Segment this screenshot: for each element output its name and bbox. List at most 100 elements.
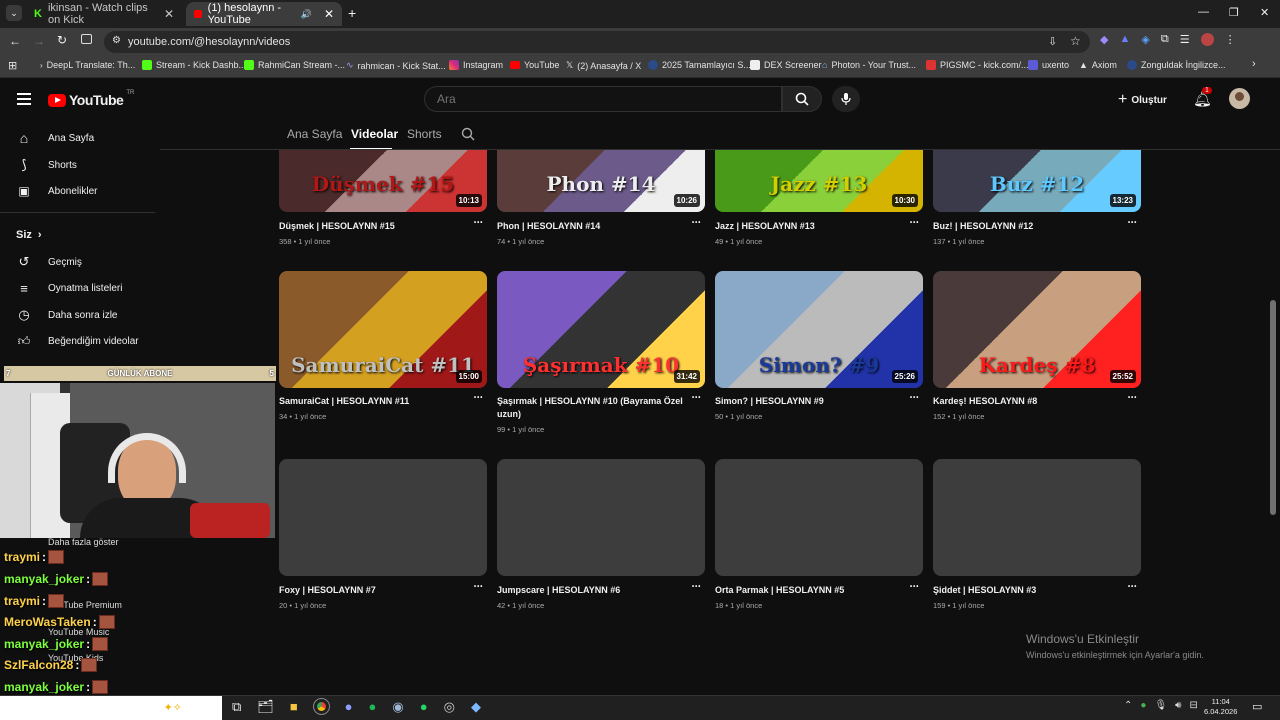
spotify-icon[interactable]: ●	[369, 699, 377, 715]
app-icon[interactable]: ◆	[471, 699, 481, 715]
taskbar-search-box[interactable]: ✦✧	[0, 696, 222, 720]
video-title[interactable]: Orta Parmak | HESOLAYNN #5	[715, 584, 903, 597]
browser-tab-youtube[interactable]: (1) hesolaynn - YouTube 🔊 ✕	[186, 2, 342, 26]
chevron-up-icon[interactable]: ⌃	[1124, 700, 1132, 711]
more-actions-icon[interactable]: •••	[474, 395, 483, 401]
bookmark-item[interactable]: Stream - Kick Dashb...	[142, 60, 246, 70]
taskbar-clock[interactable]: 11:04 6.04.2026	[1204, 697, 1237, 717]
site-info-icon[interactable]: ⚙	[112, 35, 121, 46]
menu-dots-icon[interactable]: ⋮	[1225, 33, 1236, 46]
more-actions-icon[interactable]: •••	[474, 584, 483, 590]
more-actions-icon[interactable]: •••	[1128, 395, 1137, 401]
bookmark-item[interactable]: Instagram	[449, 60, 503, 70]
steam-icon[interactable]: ◉	[392, 699, 403, 715]
more-actions-icon[interactable]: •••	[910, 584, 919, 590]
sidebar-item-liked[interactable]: 👍︎ Beğendiğim videolar	[0, 328, 155, 354]
page-scrollbar[interactable]	[1270, 300, 1276, 515]
video-thumbnail[interactable]: SamuraiCat #11 15:00	[279, 271, 487, 388]
extension-icon[interactable]: ◆	[1100, 33, 1108, 46]
bookmark-item[interactable]: RahmiCan Stream -...	[244, 60, 345, 70]
more-actions-icon[interactable]: •••	[910, 395, 919, 401]
file-manager-icon[interactable]: 🗂︎	[257, 699, 274, 715]
bookmark-item[interactable]: ⌂ Photon - Your Trust...	[822, 60, 916, 70]
video-thumbnail[interactable]: Şaşırmak #10 31:42	[497, 271, 705, 388]
discord-icon[interactable]: ●	[345, 699, 353, 715]
video-title[interactable]: Buz! | HESOLAYNN #12	[933, 220, 1121, 233]
status-dot-icon[interactable]: ●	[1140, 700, 1146, 711]
video-title[interactable]: Düşmek | HESOLAYNN #15	[279, 220, 467, 233]
bookmark-item[interactable]: DEX Screener	[750, 60, 822, 70]
extension-icon[interactable]: ▲	[1119, 33, 1130, 46]
video-title[interactable]: Kardeş! HESOLAYNN #8	[933, 395, 1121, 408]
sidebar-item-home[interactable]: ⌂ Ana Sayfa	[0, 125, 155, 151]
more-actions-icon[interactable]: •••	[1128, 584, 1137, 590]
network-icon[interactable]: ⊟	[1189, 700, 1197, 711]
extension-icon[interactable]: ◈	[1141, 33, 1149, 46]
video-thumbnail[interactable]: Phon #14 10:26	[497, 150, 705, 212]
search-button[interactable]	[782, 86, 822, 112]
more-actions-icon[interactable]: •••	[692, 395, 701, 401]
video-thumbnail[interactable]	[933, 459, 1141, 576]
task-view-icon[interactable]: ⧉	[232, 699, 241, 715]
account-avatar[interactable]	[1229, 88, 1250, 109]
video-title[interactable]: Şiddet | HESOLAYNN #3	[933, 584, 1121, 597]
browser-tab-kick[interactable]: K ikinsan - Watch clips on Kick ✕	[26, 2, 182, 26]
install-app-icon[interactable]: ⇩	[1048, 35, 1057, 48]
video-title[interactable]: Simon? | HESOLAYNN #9	[715, 395, 903, 408]
video-title[interactable]: Jazz | HESOLAYNN #13	[715, 220, 903, 233]
bookmark-item[interactable]: YouTube	[510, 60, 559, 70]
volume-icon[interactable]: 🔊︎	[1175, 700, 1181, 711]
notifications-icon[interactable]: ▭	[1252, 700, 1262, 713]
create-button[interactable]: + Oluştur	[1118, 91, 1167, 109]
more-bookmarks-icon[interactable]: ›	[1252, 58, 1256, 70]
tab-videos[interactable]: Videolar	[351, 127, 398, 141]
folder-icon[interactable]: ■	[290, 699, 298, 715]
forward-icon[interactable]: →	[33, 34, 45, 48]
video-title[interactable]: Jumpscare | HESOLAYNN #6	[497, 584, 685, 597]
video-title[interactable]: Şaşırmak | HESOLAYNN #10 (Bayrama Özel u…	[497, 395, 685, 421]
hamburger-menu-icon[interactable]	[17, 93, 31, 105]
video-thumbnail[interactable]: Buz #12 13:23	[933, 150, 1141, 212]
more-actions-icon[interactable]: •••	[692, 584, 701, 590]
address-bar[interactable]: ⚙ youtube.com/@hesolaynn/videos ⇩ ☆	[104, 31, 1090, 53]
video-thumbnail[interactable]: Düşmek #15 10:13	[279, 150, 487, 212]
close-window-icon[interactable]: ✕	[1260, 6, 1269, 19]
video-thumbnail[interactable]	[497, 459, 705, 576]
apps-grid-icon[interactable]: ⊞	[8, 59, 17, 72]
close-tab-icon[interactable]: ✕	[164, 7, 174, 21]
side-panel-icon[interactable]	[81, 34, 92, 44]
video-thumbnail[interactable]: Jazz #13 10:30	[715, 150, 923, 212]
bookmark-item[interactable]: ▲ Axiom	[1079, 60, 1117, 70]
more-actions-icon[interactable]: •••	[474, 220, 483, 226]
video-thumbnail[interactable]	[715, 459, 923, 576]
tab-shorts[interactable]: Shorts	[407, 127, 442, 141]
tab-search-button[interactable]: ⌄	[6, 5, 22, 21]
minimize-icon[interactable]: —	[1198, 6, 1209, 18]
tab-home[interactable]: Ana Sayfa	[287, 127, 342, 141]
close-tab-icon[interactable]: ✕	[324, 7, 334, 21]
sidebar-item-watch-later[interactable]: ◷ Daha sonra izle	[0, 302, 155, 328]
sidebar-you-heading[interactable]: Siz ›	[0, 222, 155, 248]
channel-search-icon[interactable]	[461, 127, 475, 141]
speaker-icon[interactable]: 🔊	[301, 9, 312, 20]
bookmark-item[interactable]: 2025 Tamamlayıcı S...	[648, 60, 751, 70]
search-input[interactable]	[424, 86, 782, 112]
video-title[interactable]: Phon | HESOLAYNN #14	[497, 220, 685, 233]
sidebar-item-shorts[interactable]: ⟆ Shorts	[0, 152, 155, 178]
more-actions-icon[interactable]: •••	[692, 220, 701, 226]
video-title[interactable]: Foxy | HESOLAYNN #7	[279, 584, 467, 597]
sidebar-item-subscriptions[interactable]: ▣ Abonelikler	[0, 178, 155, 204]
puzzle-icon[interactable]: ⧉	[1161, 33, 1169, 46]
video-thumbnail[interactable]	[279, 459, 487, 576]
video-thumbnail[interactable]: Simon? #9 25:26	[715, 271, 923, 388]
youtube-logo[interactable]: YouTube TR	[48, 90, 134, 108]
back-icon[interactable]: ←	[9, 34, 21, 48]
more-actions-icon[interactable]: •••	[1128, 220, 1137, 226]
bookmark-item[interactable]: ∿ rahmican - Kick Stat...	[346, 60, 446, 71]
bookmark-item[interactable]: PIGSMC - kick.com/...	[926, 60, 1029, 70]
restore-icon[interactable]: ❐	[1229, 6, 1239, 19]
reload-icon[interactable]: ↻	[57, 33, 67, 47]
bookmark-item[interactable]: 𝕏 (2) Anasayfa / X	[566, 60, 641, 71]
whatsapp-icon[interactable]: ●	[420, 699, 428, 715]
obs-icon[interactable]: ◎	[444, 699, 455, 715]
